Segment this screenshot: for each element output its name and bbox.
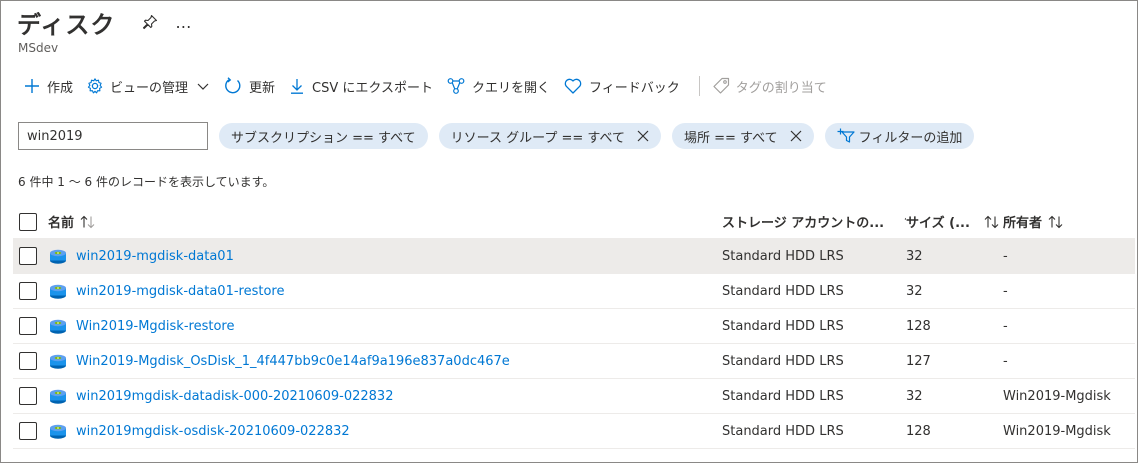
add-filter-icon xyxy=(837,128,855,143)
table-row[interactable]: Win2019-Mgdisk_OsDisk_1_4f447bb9c0e14af9… xyxy=(13,344,1135,379)
disk-name-link[interactable]: Win2019-Mgdisk_OsDisk_1_4f447bb9c0e14af9… xyxy=(76,354,510,369)
storage-type: Standard HDD LRS xyxy=(722,318,844,334)
row-checkbox[interactable] xyxy=(19,282,37,300)
close-icon[interactable] xyxy=(790,130,802,142)
command-bar: 作成 ビューの管理 更新 CSV にエクスポート クエリを開く フィードバック … xyxy=(23,73,840,99)
create-button[interactable]: 作成 xyxy=(23,73,82,99)
disk-name-link[interactable]: win2019-mgdisk-data01 xyxy=(76,249,234,264)
heart-icon xyxy=(564,78,582,94)
storage-type: Standard HDD LRS xyxy=(722,283,844,299)
table-header: 名前 ストレージ アカウントの... サイズ (... 所有者 xyxy=(13,205,1135,239)
disk-owner: - xyxy=(1003,248,1008,264)
row-checkbox[interactable] xyxy=(19,317,37,335)
directory-name: MSdev xyxy=(18,41,59,55)
disk-owner: - xyxy=(1003,283,1008,299)
filter-bar: サブスクリプション == すべて リソース グループ == すべて 場所 == … xyxy=(18,122,975,150)
record-count: 6 件中 1 ～ 6 件のレコードを表示しています。 xyxy=(18,175,275,189)
chevron-down-icon xyxy=(197,83,209,90)
search-input[interactable] xyxy=(18,122,208,150)
disk-icon xyxy=(48,351,68,371)
disk-size: 32 xyxy=(906,248,923,264)
storage-type: Standard HDD LRS xyxy=(722,353,844,369)
disk-size: 128 xyxy=(906,423,931,439)
disk-icon xyxy=(48,281,68,301)
sort-icon[interactable] xyxy=(1048,215,1064,229)
download-icon xyxy=(291,79,304,94)
column-header-owner[interactable]: 所有者 xyxy=(1003,212,1135,231)
disk-icon xyxy=(48,246,68,266)
open-query-button[interactable]: クエリを開く xyxy=(446,73,559,99)
disk-owner: Win2019-Mgdisk xyxy=(1003,388,1111,404)
blade-header: ディスク … xyxy=(17,5,192,39)
disk-size: 32 xyxy=(906,283,923,299)
export-csv-button[interactable]: CSV にエクスポート xyxy=(288,73,442,99)
refresh-icon xyxy=(225,77,241,94)
disks-table: 名前 ストレージ アカウントの... サイズ (... 所有者 win2019-… xyxy=(13,205,1135,449)
disk-name-link[interactable]: win2019mgdisk-datadisk-000-20210609-0228… xyxy=(76,389,393,404)
assign-tags-button[interactable]: タグの割り当て xyxy=(712,73,836,99)
tag-icon xyxy=(713,77,729,94)
disks-blade: ディスク … MSdev 作成 ビューの管理 更新 CSV にエクスポート クエ… xyxy=(0,0,1138,463)
column-header-storage[interactable]: ストレージ アカウントの... xyxy=(722,212,906,231)
sort-ascending-icon[interactable] xyxy=(80,215,96,229)
close-icon[interactable] xyxy=(637,130,649,142)
row-checkbox[interactable] xyxy=(19,352,37,370)
disk-size: 128 xyxy=(906,318,931,334)
disk-name-link[interactable]: win2019mgdisk-osdisk-20210609-022832 xyxy=(76,424,350,439)
manage-view-button[interactable]: ビューの管理 xyxy=(86,73,219,99)
plus-icon xyxy=(25,79,39,93)
row-checkbox[interactable] xyxy=(19,422,37,440)
select-all-checkbox[interactable] xyxy=(19,212,37,231)
storage-type: Standard HDD LRS xyxy=(722,423,844,439)
filter-pill-subscription[interactable]: サブスクリプション == すべて xyxy=(219,123,428,149)
disk-owner: - xyxy=(1003,318,1008,334)
disk-icon xyxy=(48,421,68,441)
row-checkbox[interactable] xyxy=(19,387,37,405)
pin-icon[interactable] xyxy=(141,13,159,31)
disk-name-link[interactable]: Win2019-Mgdisk-restore xyxy=(76,319,234,334)
sort-icon[interactable] xyxy=(984,215,1000,229)
disk-size: 32 xyxy=(906,388,923,404)
table-row[interactable]: win2019-mgdisk-data01-restore Standard H… xyxy=(13,274,1135,309)
disk-owner: - xyxy=(1003,353,1008,369)
page-title: ディスク xyxy=(17,10,116,39)
storage-type: Standard HDD LRS xyxy=(722,248,844,264)
row-checkbox[interactable] xyxy=(19,247,37,265)
add-filter-button[interactable]: フィルターの追加 xyxy=(824,123,975,149)
filter-pill-resource-group[interactable]: リソース グループ == すべて xyxy=(438,123,661,149)
disk-owner: Win2019-Mgdisk xyxy=(1003,423,1111,439)
disk-size: 127 xyxy=(906,353,931,369)
disk-name-link[interactable]: win2019-mgdisk-data01-restore xyxy=(76,284,284,299)
gear-icon xyxy=(87,78,103,94)
column-header-name[interactable]: 名前 xyxy=(48,212,722,231)
column-header-size[interactable]: サイズ (... xyxy=(906,212,1003,231)
refresh-button[interactable]: 更新 xyxy=(223,73,284,99)
more-options-icon[interactable]: … xyxy=(175,13,192,32)
storage-type: Standard HDD LRS xyxy=(722,388,844,404)
table-row[interactable]: win2019mgdisk-osdisk-20210609-022832 Sta… xyxy=(13,414,1135,449)
disk-icon xyxy=(48,316,68,336)
table-row[interactable]: win2019-mgdisk-data01 Standard HDD LRS 3… xyxy=(13,239,1135,274)
feedback-button[interactable]: フィードバック xyxy=(563,73,689,99)
disk-icon xyxy=(48,386,68,406)
query-icon xyxy=(447,78,465,94)
table-row[interactable]: win2019mgdisk-datadisk-000-20210609-0228… xyxy=(13,379,1135,414)
filter-pill-location[interactable]: 場所 == すべて xyxy=(671,123,814,149)
table-row[interactable]: Win2019-Mgdisk-restore Standard HDD LRS … xyxy=(13,309,1135,344)
toolbar-divider xyxy=(698,76,700,96)
